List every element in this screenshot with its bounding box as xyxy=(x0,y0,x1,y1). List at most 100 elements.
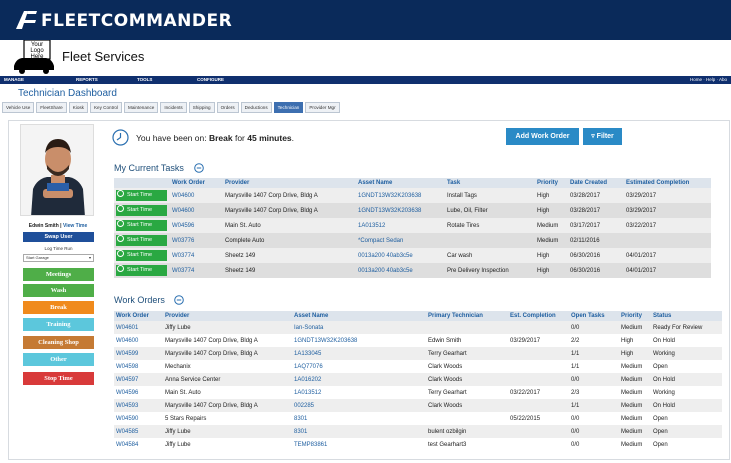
work-orders-col-header[interactable]: Est. Completion xyxy=(508,311,569,321)
nav-reports[interactable]: REPORTS xyxy=(76,76,98,84)
tab-shipping[interactable]: Shipping xyxy=(188,102,215,113)
work-order-row[interactable]: W04593 Marysville 1407 Corp Drive, Bldg A… xyxy=(114,399,722,412)
work-order-cell[interactable]: 8301 xyxy=(292,425,426,438)
tasks-col-header[interactable]: Date Created xyxy=(568,178,624,188)
work-order-cell[interactable]: W04597 xyxy=(114,373,163,386)
tasks-col-header[interactable]: Estimated Completion xyxy=(624,178,711,188)
work-order-row[interactable]: W04600 Marysville 1407 Corp Drive, Bldg A… xyxy=(114,334,722,347)
work-order-cell[interactable]: 1A016202 xyxy=(292,373,426,386)
tasks-col-header[interactable] xyxy=(114,178,170,188)
tasks-col-header[interactable]: Provider xyxy=(223,178,356,188)
tasks-col-header[interactable]: Priority xyxy=(535,178,568,188)
work-order-cell[interactable]: 8301 xyxy=(292,412,426,425)
start-time-button[interactable]: Start Time xyxy=(116,205,167,216)
log-time-select[interactable]: Start Garage ▾ xyxy=(23,254,94,262)
filter-button[interactable]: ▿ Filter xyxy=(583,128,622,145)
nav-right-links[interactable]: Home · Help · Abo xyxy=(690,76,727,84)
task-row[interactable]: Start Time W03774 Sheetz 149 0013a200 40ab3… xyxy=(114,248,711,263)
collapse-tasks-icon[interactable] xyxy=(194,163,204,173)
start-time-button[interactable]: Start Time xyxy=(116,265,167,276)
work-orders-col-header[interactable]: Priority xyxy=(619,311,651,321)
tasks-col-header[interactable]: Asset Name xyxy=(356,178,445,188)
tab-kiosk[interactable]: Kiosk xyxy=(68,102,88,113)
cleaning-shop-button[interactable]: Cleaning Shop xyxy=(23,336,94,349)
start-time-button[interactable]: Start Time xyxy=(116,235,167,246)
work-order-row[interactable]: W04596 Main St. Auto 1A013512 Terry Gearhar… xyxy=(114,386,722,399)
work-order-cell[interactable]: 1GNDT13W32K203638 xyxy=(292,334,426,347)
meetings-button[interactable]: Meetings xyxy=(23,268,94,281)
work-orders-col-header[interactable]: Provider xyxy=(163,311,292,321)
work-order-cell[interactable]: W04585 xyxy=(114,425,163,438)
work-order-row[interactable]: W04590 5 Stars Repairs 8301 05/22/2015 0/0 Me… xyxy=(114,412,722,425)
training-button[interactable]: Training xyxy=(23,318,94,331)
task-row[interactable]: Start Time W04600 Marysville 1407 Corp Dri… xyxy=(114,188,711,203)
task-cell[interactable]: 1GNDT13W32K203638 xyxy=(356,203,445,218)
work-orders-col-header[interactable]: Status xyxy=(651,311,722,321)
work-order-row[interactable]: W04598 Mechanix 1AQ77076 Clark Woods 1/1 Medi… xyxy=(114,360,722,373)
work-order-cell[interactable]: W04599 xyxy=(114,347,163,360)
work-order-cell[interactable]: W04600 xyxy=(114,334,163,347)
tab-fleetshare[interactable]: FleetShare xyxy=(36,102,67,113)
tasks-col-header[interactable]: Task xyxy=(445,178,535,188)
work-order-row[interactable]: W04601 Jiffy Lube Ian-Sonata 0/0 Medium Ready… xyxy=(114,321,722,334)
work-order-cell[interactable]: W04593 xyxy=(114,399,163,412)
work-orders-col-header[interactable]: Primary Technician xyxy=(426,311,508,321)
task-row[interactable]: Start Time W04596 Main St. Auto 1A013512 Rot… xyxy=(114,218,711,233)
start-time-button[interactable]: Start Time xyxy=(116,220,167,231)
view-time-link[interactable]: View Time xyxy=(63,223,87,229)
collapse-work-orders-icon[interactable] xyxy=(174,295,184,305)
add-work-order-button[interactable]: Add Work Order xyxy=(506,128,579,145)
other-button[interactable]: Other xyxy=(23,353,94,366)
task-cell[interactable]: 0013a200 40ab3c5e xyxy=(356,248,445,263)
task-cell[interactable]: *Compact Sedan xyxy=(356,233,445,248)
swap-user-button[interactable]: Swap User xyxy=(23,232,94,242)
work-order-row[interactable]: W04584 Jiffy Lube TEMP83861 test Gearhart3 0… xyxy=(114,438,722,451)
task-cell[interactable]: W03776 xyxy=(170,233,223,248)
work-orders-col-header[interactable]: Open Tasks xyxy=(569,311,619,321)
task-cell[interactable]: 0013a200 40ab3c5e xyxy=(356,263,445,278)
tab-maintenance[interactable]: Maintenance xyxy=(124,102,159,113)
task-cell[interactable]: 1A013512 xyxy=(356,218,445,233)
work-orders-col-header[interactable]: Asset Name xyxy=(292,311,426,321)
tasks-col-header[interactable]: Work Order xyxy=(170,178,223,188)
work-order-cell[interactable]: 1A013512 xyxy=(292,386,426,399)
nav-tools[interactable]: TOOLS xyxy=(137,76,152,84)
work-order-cell[interactable]: 1AQ77076 xyxy=(292,360,426,373)
start-time-button[interactable]: Start Time xyxy=(116,190,167,201)
work-order-row[interactable]: W04597 Anna Service Center 1A016202 Clark W… xyxy=(114,373,722,386)
work-orders-col-header[interactable]: Work Order xyxy=(114,311,163,321)
wash-button[interactable]: Wash xyxy=(23,284,94,297)
work-order-cell[interactable]: 002285 xyxy=(292,399,426,412)
work-order-cell[interactable]: W04596 xyxy=(114,386,163,399)
nav-manage[interactable]: MANAGE xyxy=(4,76,24,84)
task-row[interactable]: Start Time W04600 Marysville 1407 Corp Dri… xyxy=(114,203,711,218)
break-button[interactable]: Break xyxy=(23,301,94,314)
work-order-cell[interactable]: TEMP83861 xyxy=(292,438,426,451)
tab-deductions[interactable]: Deductions xyxy=(240,102,272,113)
task-cell[interactable]: W03774 xyxy=(170,263,223,278)
work-order-row[interactable]: W04599 Marysville 1407 Corp Drive, Bldg A… xyxy=(114,347,722,360)
task-cell[interactable]: 1GNDT13W32K203638 xyxy=(356,188,445,203)
task-row[interactable]: Start Time W03774 Sheetz 149 0013a200 40ab3… xyxy=(114,263,711,278)
start-time-button[interactable]: Start Time xyxy=(116,250,167,261)
work-order-cell[interactable]: Ian-Sonata xyxy=(292,321,426,334)
task-cell[interactable]: W03774 xyxy=(170,248,223,263)
work-order-row[interactable]: W04585 Jiffy Lube 8301 bulent ozbilgin 0/0 Me… xyxy=(114,425,722,438)
tab-provider-mgr[interactable]: Provider Mgr xyxy=(305,102,340,113)
task-cell[interactable]: W04600 xyxy=(170,203,223,218)
work-order-cell[interactable]: 1A133045 xyxy=(292,347,426,360)
tab-technician[interactable]: Technician xyxy=(273,102,304,113)
work-order-cell[interactable]: W04598 xyxy=(114,360,163,373)
tab-key-control[interactable]: Key Control xyxy=(89,102,122,113)
work-order-cell[interactable]: W04590 xyxy=(114,412,163,425)
task-row[interactable]: Start Time W03776 Complete Auto *Compact Se… xyxy=(114,233,711,248)
nav-configure[interactable]: CONFIGURE xyxy=(197,76,224,84)
tab-vehicle-use[interactable]: Vehicle Use xyxy=(2,102,35,113)
stop-time-button[interactable]: Stop Time xyxy=(23,372,94,385)
task-cell[interactable]: W04600 xyxy=(170,188,223,203)
tab-incidents[interactable]: Incidents xyxy=(160,102,187,113)
tab-orders[interactable]: Orders xyxy=(216,102,239,113)
work-order-cell[interactable]: W04584 xyxy=(114,438,163,451)
task-cell[interactable]: W04596 xyxy=(170,218,223,233)
work-order-cell[interactable]: W04601 xyxy=(114,321,163,334)
